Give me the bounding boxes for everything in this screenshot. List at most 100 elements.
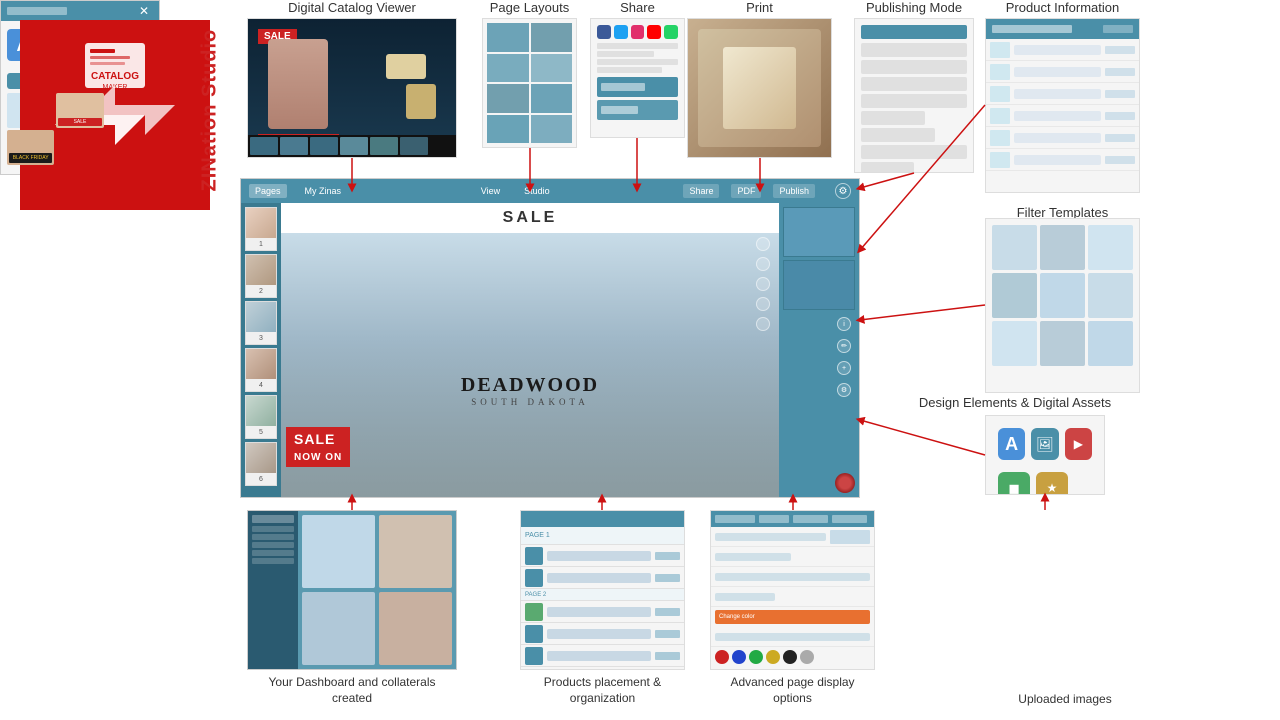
toolbar-tab-view[interactable]: View: [475, 184, 506, 198]
uploaded-img-2: SALE: [56, 93, 103, 128]
placement-row-1: [521, 545, 684, 567]
swatch-green[interactable]: [749, 650, 763, 664]
layouts-grid: [483, 19, 576, 147]
toolbar-tab-share[interactable]: Share: [683, 184, 719, 198]
studio-canvas: SALE DEADWOOD SOUTH DAKOTA SALENOW ON: [281, 203, 779, 497]
placement-subheader: PAGE 1: [521, 527, 684, 545]
swatch-gray[interactable]: [800, 650, 814, 664]
studio-body: 1 2 3 4 5 6: [241, 203, 859, 497]
adv-row-2: [711, 547, 874, 567]
share-inner: [591, 19, 684, 126]
placement-page2: PAGE 2: [521, 589, 684, 601]
toolbar-tab-pages[interactable]: Pages: [249, 184, 287, 198]
canvas-icon-4[interactable]: [756, 297, 770, 311]
product-header: [986, 19, 1139, 39]
canvas-shop-area: [281, 339, 779, 497]
adv-row-4: [711, 587, 874, 607]
thumbnail-digital-catalog: SALE SPECIAL EDITION: [247, 18, 457, 158]
advanced-header: [711, 511, 874, 527]
design-icons-row: A 🖼 ▶: [986, 416, 1104, 472]
product-row-1: [986, 39, 1139, 61]
uploaded-img-4: BLACK FRIDAY: [7, 130, 54, 165]
swatch-yellow[interactable]: [766, 650, 780, 664]
dash-thumb-4: [379, 592, 452, 665]
right-panel-icons: i ✏ + ⚙: [783, 313, 855, 401]
adv-color-swatches: [711, 647, 874, 667]
filter-cell-7: [992, 321, 1037, 366]
label-digital-catalog: Digital Catalog Viewer: [247, 0, 457, 17]
print-inner: [688, 19, 831, 157]
page-thumb-1[interactable]: 1: [245, 207, 277, 251]
canvas-icon-1[interactable]: [756, 237, 770, 251]
dash-thumb-3: [302, 592, 375, 665]
label-design-elements: Design Elements & Digital Assets: [900, 395, 1130, 412]
design-icon-shape: ◼: [998, 472, 1030, 495]
svg-text:CATALOG: CATALOG: [91, 71, 139, 82]
placement-row-5: [521, 645, 684, 667]
label-share: Share: [590, 0, 685, 17]
panel-icon-info[interactable]: i: [837, 317, 851, 331]
label-print: Print: [687, 0, 832, 17]
canvas-background: DEADWOOD SOUTH DAKOTA SALENOW ON: [281, 233, 779, 497]
placement-img-4: [525, 625, 543, 643]
product-row-6: [986, 149, 1139, 171]
pub-row-4: [861, 94, 967, 108]
pub-row-5: [861, 111, 925, 125]
filter-cell-1: [992, 225, 1037, 270]
catalog-figure: [268, 39, 328, 129]
close-icon[interactable]: ✕: [139, 4, 153, 18]
dashboard-main: [298, 511, 456, 669]
uploaded-header: ✕: [1, 1, 159, 21]
canvas-sale-banner: SALENOW ON: [286, 427, 350, 467]
swatch-blue[interactable]: [732, 650, 746, 664]
thumbnail-page-layouts: [482, 18, 577, 148]
adv-color-option[interactable]: Change color: [715, 610, 870, 624]
panel-icon-add[interactable]: +: [837, 361, 851, 375]
swatch-red[interactable]: [715, 650, 729, 664]
toolbar-tab-myzinas[interactable]: My Zinas: [299, 184, 348, 198]
print-book: [698, 29, 821, 147]
logo-container: CATALOG MAKER: [20, 20, 210, 210]
pub-row-3: [861, 77, 967, 91]
filter-cell-5: [1040, 273, 1085, 318]
canvas-icon-2[interactable]: [756, 257, 770, 271]
share-icons-row: [597, 25, 678, 39]
catalog-bow: [386, 54, 426, 79]
placement-row-4: [521, 623, 684, 645]
thumbnail-share: [590, 18, 685, 138]
panel-color-picker[interactable]: [835, 473, 855, 493]
pub-row-7: [861, 145, 967, 159]
main-studio-screenshot: Pages My Zinas View Studio Share PDF Pub…: [240, 178, 860, 498]
toolbar-tab-pdf[interactable]: PDF: [731, 184, 761, 198]
settings-icon[interactable]: ⚙: [835, 183, 851, 199]
adv-save-icon[interactable]: [840, 669, 870, 670]
page-thumb-5[interactable]: 5: [245, 395, 277, 439]
filter-cell-4: [992, 273, 1037, 318]
page-thumb-3[interactable]: 3: [245, 301, 277, 345]
share-tw-icon: [614, 25, 628, 39]
panel-icon-settings[interactable]: ⚙: [837, 383, 851, 397]
thumbnail-print: [687, 18, 832, 158]
canvas-icon-5[interactable]: [756, 317, 770, 331]
panel-icon-edit[interactable]: ✏: [837, 339, 851, 353]
canvas-sale-header: SALE: [281, 203, 779, 233]
adv-row-1: [711, 527, 874, 547]
right-thumb-2: [783, 260, 855, 310]
page-thumb-4[interactable]: 4: [245, 348, 277, 392]
page-thumb-2[interactable]: 2: [245, 254, 277, 298]
swatch-black[interactable]: [783, 650, 797, 664]
thumbnail-dashboard: [247, 510, 457, 670]
share-ig-icon: [631, 25, 645, 39]
page-thumb-6[interactable]: 6: [245, 442, 277, 486]
toolbar-tab-studio[interactable]: Studio: [518, 184, 556, 198]
thumbnail-filter-templates: [985, 218, 1140, 393]
studio-sidebar: 1 2 3 4 5 6: [241, 203, 281, 497]
canvas-icon-3[interactable]: [756, 277, 770, 291]
canvas-deadwood-text: DEADWOOD SOUTH DAKOTA: [461, 374, 599, 407]
toolbar-tab-publish[interactable]: Publish: [773, 184, 815, 198]
design-icon-video: ▶: [1065, 428, 1092, 460]
studio-right-panel: i ✏ + ⚙: [779, 203, 859, 497]
label-publishing-mode: Publishing Mode: [854, 0, 974, 17]
dash-thumb-1: [302, 515, 375, 588]
label-advanced-display: Advanced page display options: [710, 675, 875, 706]
